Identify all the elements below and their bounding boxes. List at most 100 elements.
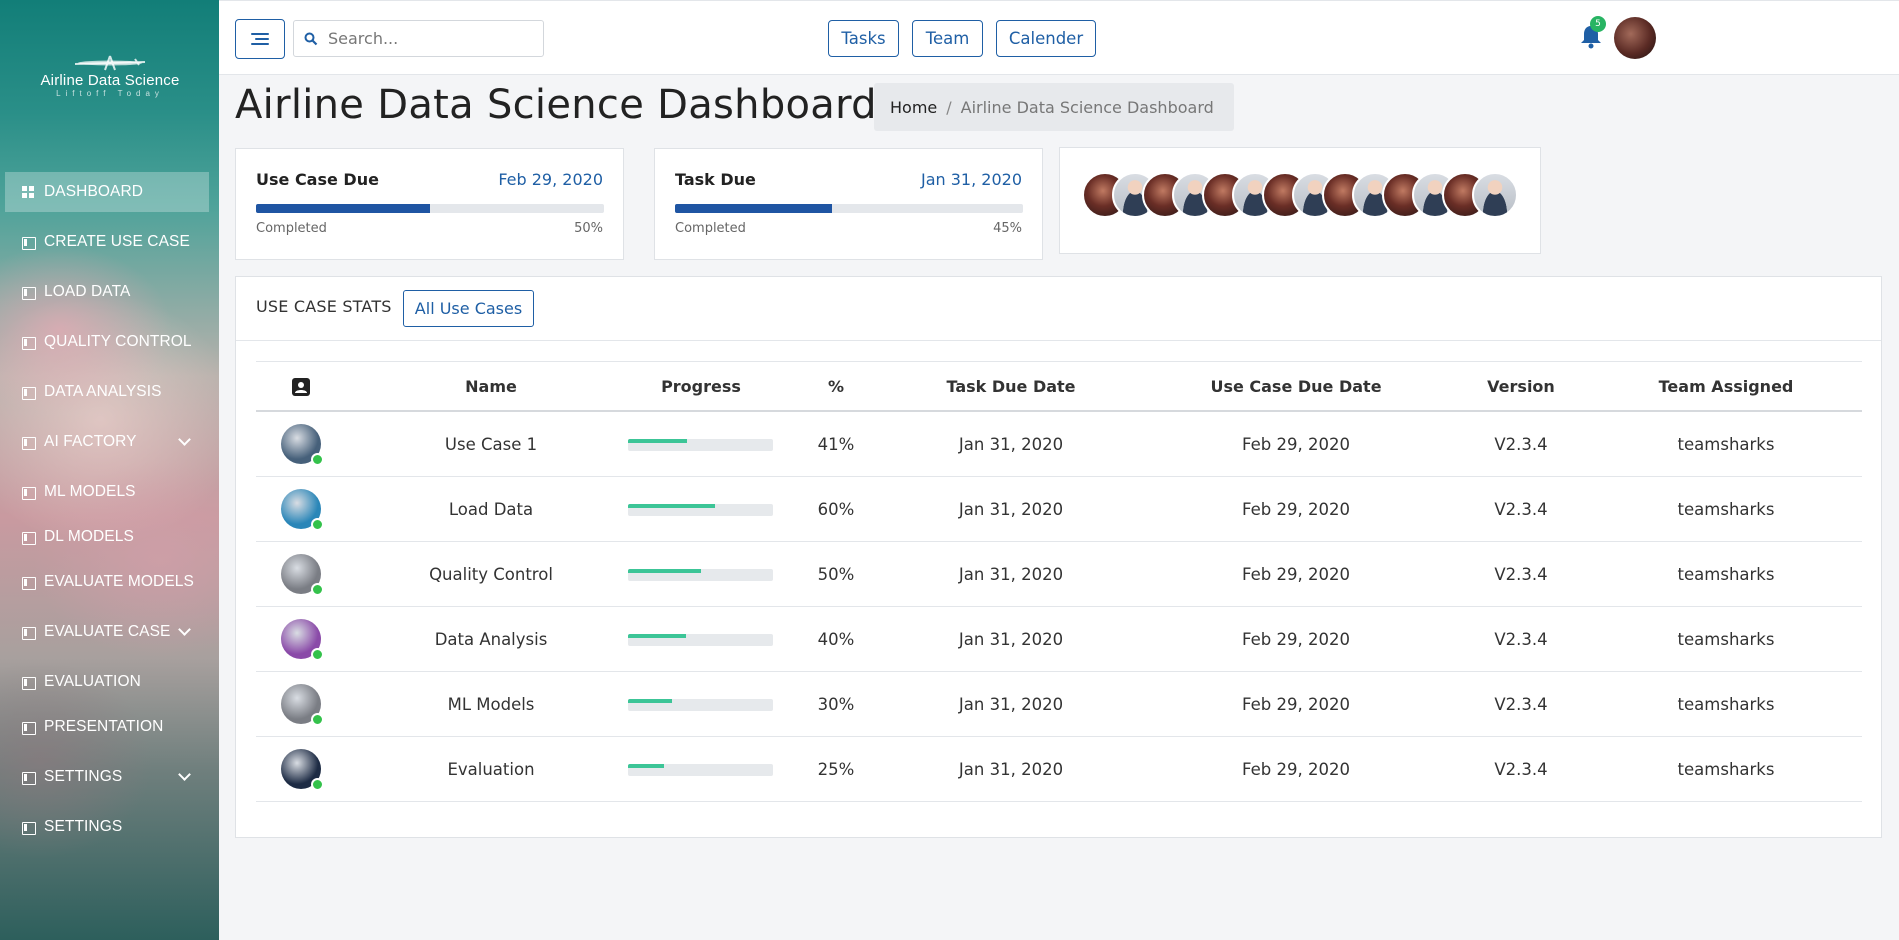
cell-task-due: Jan 31, 2020 [958,759,1064,779]
cell-version: V2.3.4 [1494,434,1548,454]
column-header-progress[interactable]: Progress [621,362,781,411]
sidebar-item-dl-models[interactable]: DL MODELS [5,517,209,557]
cell-task-due: Jan 31, 2020 [958,629,1064,649]
page-icon [22,821,36,835]
column-header-percent[interactable]: % [796,362,876,411]
row-progress-fill [628,569,701,573]
online-status-dot [311,583,324,596]
all-use-cases-button[interactable]: All Use Cases [403,290,534,327]
sidebar-item-quality-control[interactable]: QUALITY CONTROL [5,322,209,362]
sidebar-item-label: ML MODELS [44,483,136,500]
card-status: Completed [675,221,746,236]
cell-version: V2.3.4 [1494,564,1548,584]
card-progress-fill [675,204,832,213]
sidebar-item-evaluation[interactable]: EVALUATION [5,662,209,702]
page-title: Airline Data Science Dashboard [235,82,877,128]
sidebar-item-label: EVALUATE MODELS [44,573,194,590]
cell-name: ML Models [447,694,535,714]
search-icon [304,32,318,45]
page-icon [22,771,36,785]
table-row[interactable]: Data Analysis 40% Jan 31, 2020 Feb 29, 2… [256,607,1862,672]
breadcrumb-current: Airline Data Science Dashboard [960,97,1214,117]
sidebar-item-label: LOAD DATA [44,283,131,300]
sidebar-item-settings-group[interactable]: SETTINGS [5,757,209,797]
menu-icon-line [255,38,269,40]
sidebar-item-ai-factory[interactable]: AI FACTORY [5,422,209,462]
card-label: Task Due [675,170,756,189]
cell-name: Quality Control [429,564,553,584]
page-icon [22,626,36,640]
cell-team: teamsharks [1677,759,1775,779]
table-row[interactable]: Load Data 60% Jan 31, 2020 Feb 29, 2020 … [256,477,1862,542]
cell-task-due: Jan 31, 2020 [958,434,1064,454]
sidebar-item-label: SETTINGS [44,818,123,835]
cell-use-case-due: Feb 29, 2020 [1242,499,1350,519]
row-avatar [281,424,324,466]
sidebar-item-ml-models[interactable]: ML MODELS [5,472,209,512]
logo[interactable]: Airline Data Science Liftoff Today [10,50,210,104]
column-header-team[interactable]: Team Assigned [1646,362,1806,411]
team-button[interactable]: Team [912,20,983,57]
sidebar-item-dashboard[interactable]: DASHBOARD [5,172,209,212]
row-progress-bar [628,504,773,516]
cell-task-due: Jan 31, 2020 [958,694,1064,714]
cell-team: teamsharks [1677,434,1775,454]
column-header-version[interactable]: Version [1456,362,1586,411]
team-member-avatar[interactable] [1472,172,1518,218]
card-label: Use Case Due [256,170,379,189]
row-avatar [281,749,324,791]
page-icon [22,721,36,735]
cell-version: V2.3.4 [1494,499,1548,519]
search-box[interactable] [293,20,544,57]
cell-team: teamsharks [1677,629,1775,649]
row-progress-fill [628,699,672,703]
search-input[interactable] [328,29,528,48]
breadcrumb-home[interactable]: Home [890,98,937,117]
sidebar-item-evaluate-models[interactable]: EVALUATE MODELS [5,562,209,602]
sidebar-item-presentation[interactable]: PRESENTATION [5,707,209,747]
table-row[interactable]: Quality Control 50% Jan 31, 2020 Feb 29,… [256,542,1862,607]
card-date: Feb 29, 2020 [498,170,603,189]
cell-percent: 40% [817,629,855,649]
card-status: Completed [256,221,327,236]
cell-use-case-due: Feb 29, 2020 [1242,629,1350,649]
row-progress-bar [628,569,773,581]
calendar-button[interactable]: Calender [996,20,1096,57]
sidebar-item-label: EVALUATION [44,673,141,690]
sidebar-item-settings[interactable]: SETTINGS [5,807,209,847]
table-row[interactable]: ML Models 30% Jan 31, 2020 Feb 29, 2020 … [256,672,1862,737]
table-row[interactable]: Evaluation 25% Jan 31, 2020 Feb 29, 2020… [256,737,1862,802]
cell-percent: 50% [817,564,855,584]
breadcrumb-separator: / [946,97,952,117]
cell-name: Use Case 1 [444,434,538,454]
page-icon [22,676,36,690]
cell-version: V2.3.4 [1494,629,1548,649]
sidebar-item-label: AI FACTORY [44,433,137,450]
online-status-dot [311,778,324,791]
row-avatar [281,554,324,596]
sidebar-item-load-data[interactable]: LOAD DATA [5,272,209,312]
card-progress-fill [256,204,430,213]
table-row[interactable]: Use Case 1 41% Jan 31, 2020 Feb 29, 2020… [256,412,1862,477]
column-header-name[interactable]: Name [396,362,586,411]
task-due-card: Task Due Jan 31, 2020 Completed 45% [654,148,1043,260]
row-progress-bar [628,439,773,451]
cell-use-case-due: Feb 29, 2020 [1242,434,1350,454]
cell-team: teamsharks [1677,694,1775,714]
use-case-stats-panel: USE CASE STATS All Use Cases Name Progre… [235,276,1882,838]
column-header-task-due[interactable]: Task Due Date [911,362,1111,411]
row-progress-fill [628,634,686,638]
row-progress-fill [628,764,665,768]
tasks-button[interactable]: Tasks [828,20,899,57]
online-status-dot [311,518,324,531]
menu-toggle-button[interactable] [235,19,285,59]
breadcrumb: Home / Airline Data Science Dashboard [874,83,1234,131]
page-icon [22,576,36,590]
column-header-use-case-due[interactable]: Use Case Due Date [1176,362,1416,411]
user-avatar[interactable] [1614,17,1656,59]
sidebar-item-data-analysis[interactable]: DATA ANALYSIS [5,372,209,412]
sidebar-item-create-use-case[interactable]: CREATE USE CASE [5,222,209,262]
sidebar-item-evaluate-case[interactable]: EVALUATE CASE [5,612,209,652]
cell-percent: 30% [817,694,855,714]
cell-name: Data Analysis [434,629,548,649]
